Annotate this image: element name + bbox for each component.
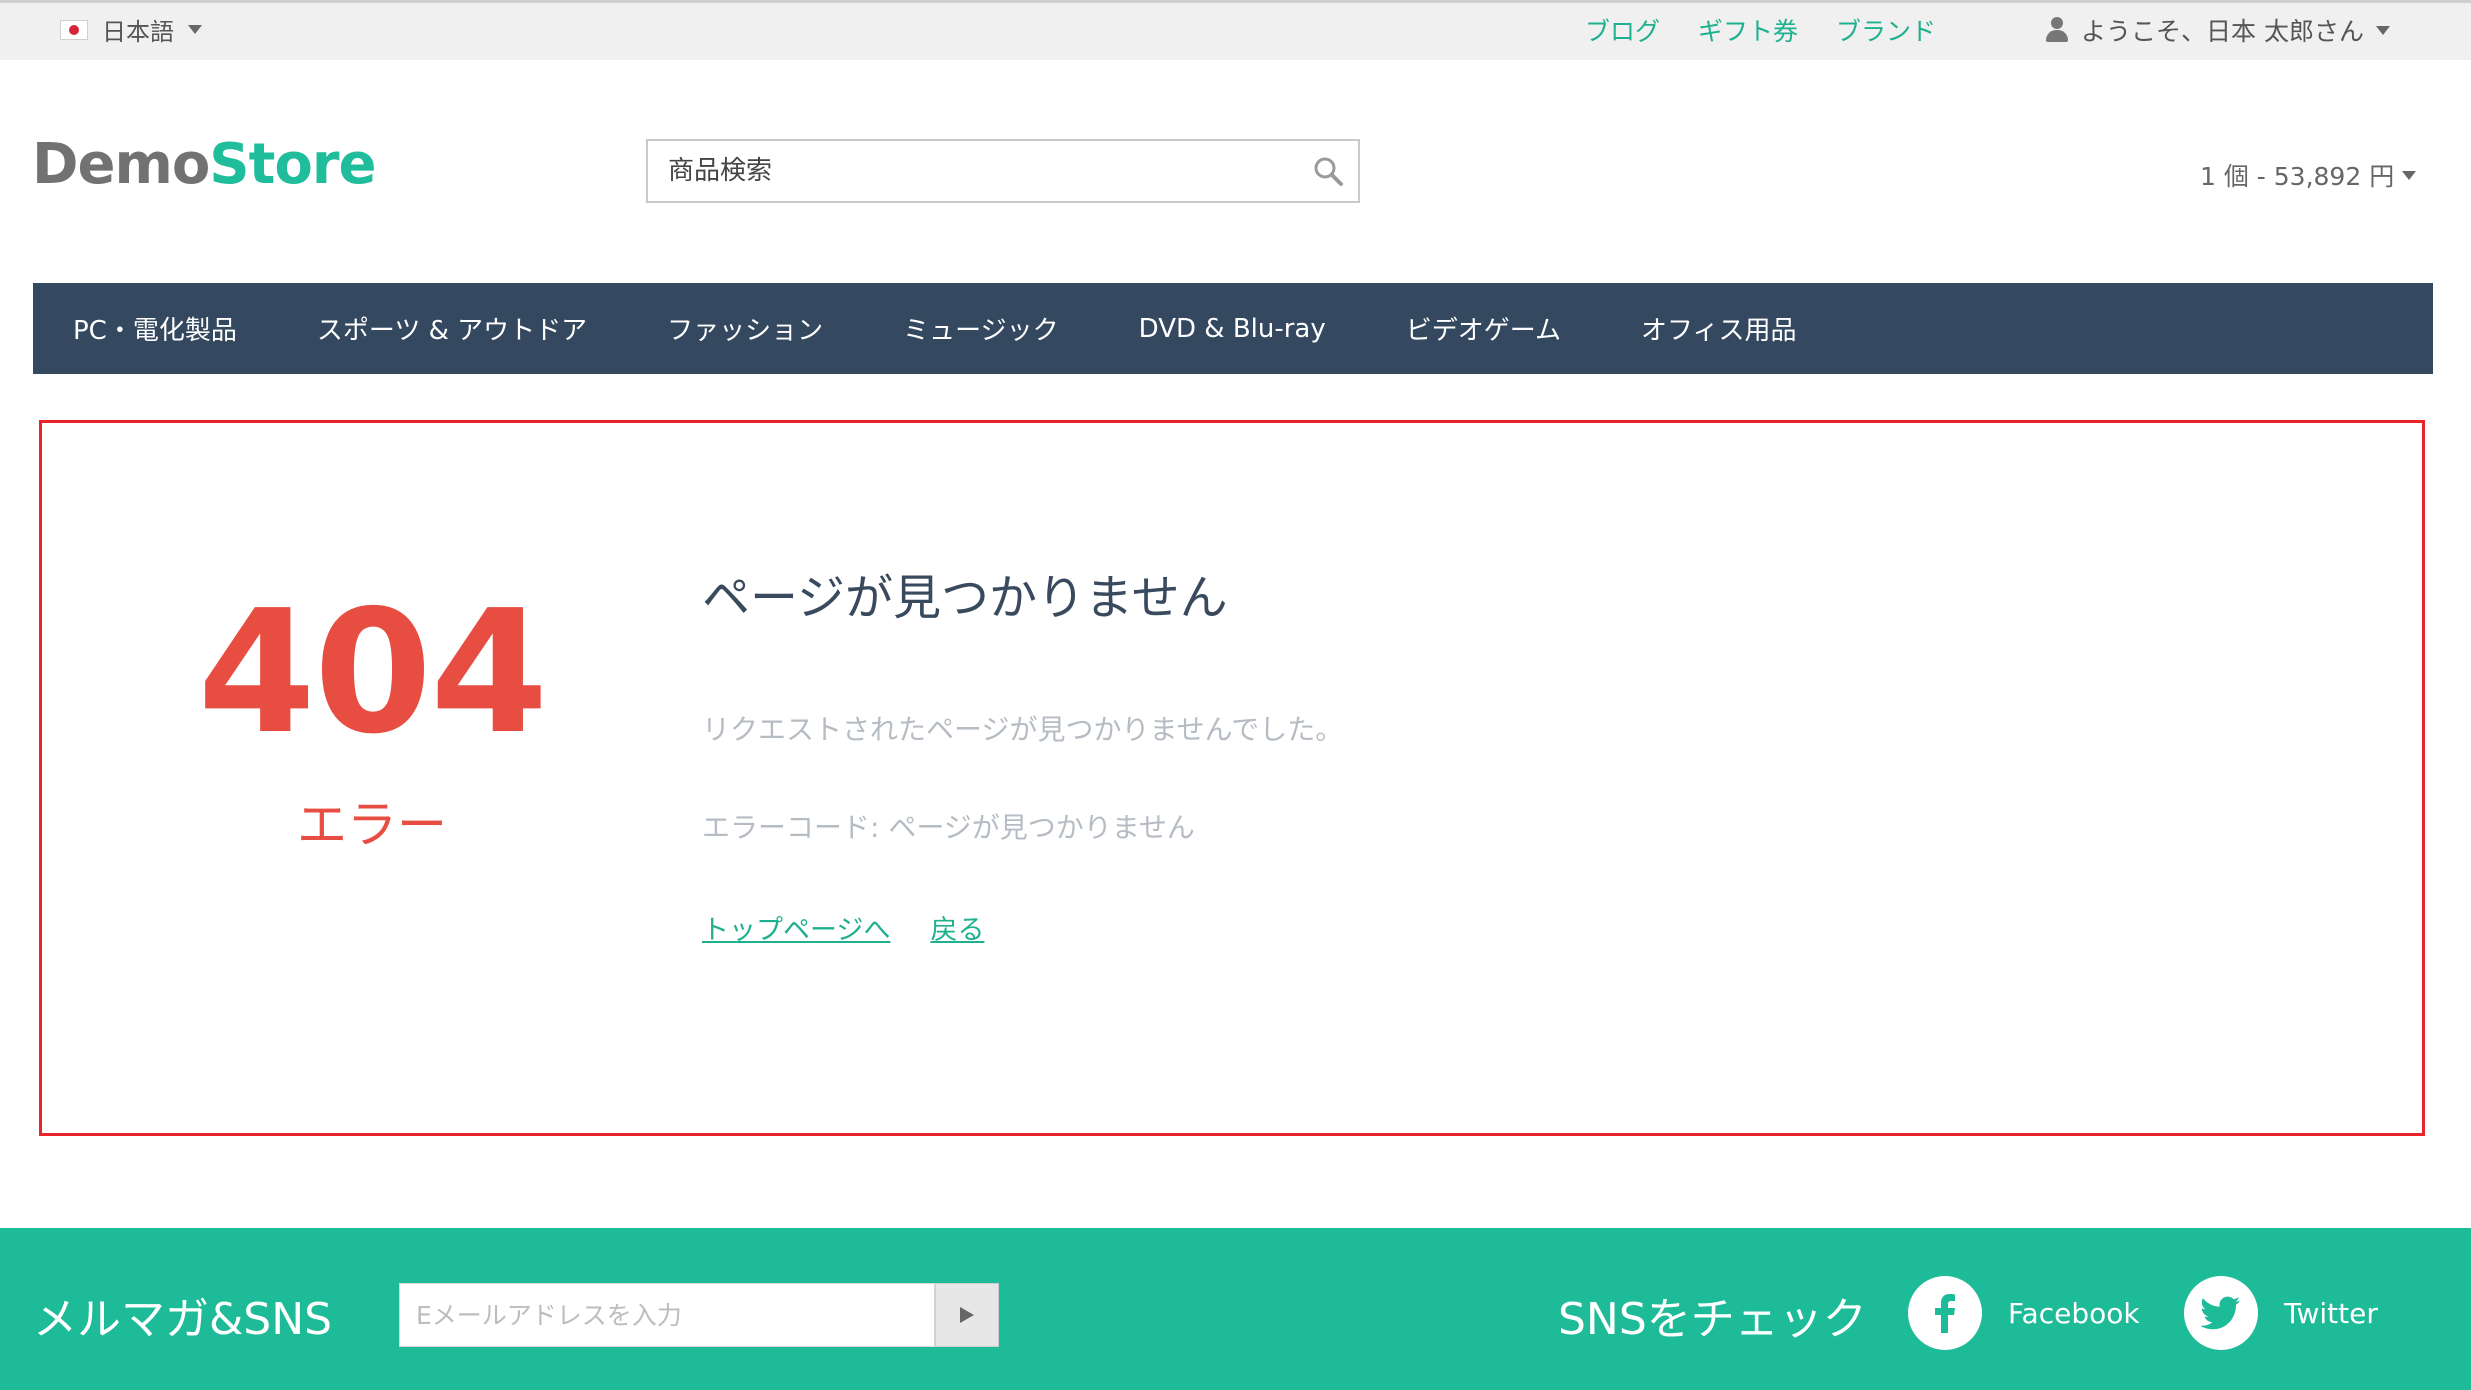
top-link-blog[interactable]: ブログ [1585, 12, 1660, 48]
language-label: 日本語 [102, 18, 174, 46]
error-code: 404 [197, 574, 549, 772]
top-link-brand[interactable]: ブランド [1836, 12, 1936, 48]
error-label: エラー [297, 796, 447, 854]
error-links: トップページへ 戻る [702, 908, 984, 947]
twitter-label: Twitter [2284, 1296, 2378, 1330]
cart-summary-text: 1 個 - 53,892 円 [2200, 162, 2395, 191]
cart-summary[interactable]: 1 個 - 53,892 円 [2200, 157, 2417, 193]
newsletter-title: メルマガ&SNS [33, 1294, 333, 1345]
facebook-icon [1908, 1276, 1982, 1350]
twitter-link[interactable]: Twitter [2184, 1276, 2378, 1350]
top-link-gift-card[interactable]: ギフト券 [1698, 12, 1798, 48]
nav-item-fashion[interactable]: ファッション [667, 310, 823, 347]
sns-title: SNSをチェック [1558, 1294, 1867, 1345]
subscribe-button[interactable] [935, 1283, 999, 1347]
logo-text-demo: Demo [32, 132, 210, 197]
search-icon[interactable] [1312, 155, 1344, 187]
footer: メルマガ&SNS SNSをチェック Facebook Twitter [0, 1228, 2471, 1390]
category-nav: PC・電化製品 スポーツ & アウトドア ファッション ミュージック DVD &… [33, 283, 2433, 374]
nav-item-sports-outdoor[interactable]: スポーツ & アウトドア [317, 310, 587, 347]
facebook-link[interactable]: Facebook [1908, 1276, 2140, 1350]
email-input[interactable] [399, 1283, 935, 1347]
welcome-text: ようこそ、日本 太郎さん [2081, 17, 2364, 46]
nav-item-video-games[interactable]: ビデオゲーム [1406, 310, 1561, 347]
newsletter-form [399, 1283, 999, 1347]
nav-item-office-supplies[interactable]: オフィス用品 [1641, 310, 1796, 347]
error-panel: 404 エラー ページが見つかりません リクエストされたページが見つかりませんで… [39, 420, 2425, 1136]
facebook-label: Facebook [2008, 1296, 2140, 1330]
top-page-link[interactable]: トップページへ [702, 908, 890, 947]
error-title: ページが見つかりません [702, 570, 1228, 626]
top-links: ブログ ギフト券 ブランド [1585, 12, 1936, 48]
nav-item-music[interactable]: ミュージック [903, 310, 1058, 347]
error-detail: エラーコード: ページが見つかりません [702, 811, 1195, 844]
language-selector[interactable]: 日本語 [60, 12, 202, 47]
search-input[interactable] [648, 141, 1288, 201]
top-bar: 日本語 ブログ ギフト券 ブランド ようこそ、日本 太郎さん [0, 0, 2471, 60]
nav-item-pc-electronics[interactable]: PC・電化製品 [73, 310, 237, 347]
store-logo[interactable]: DemoStore [32, 132, 376, 197]
chevron-down-icon [2375, 25, 2390, 35]
error-message: リクエストされたページが見つかりませんでした。 [702, 713, 1344, 746]
logo-text-store: Store [209, 132, 376, 197]
user-icon [2045, 17, 2069, 43]
play-icon [960, 1307, 974, 1323]
twitter-icon [2184, 1276, 2258, 1350]
back-link[interactable]: 戻る [930, 908, 984, 947]
chevron-down-icon [2402, 170, 2417, 180]
search-box [646, 139, 1360, 203]
nav-item-dvd-bluray[interactable]: DVD & Blu-ray [1139, 314, 1326, 344]
chevron-down-icon [188, 25, 202, 34]
flag-japan-icon [60, 19, 88, 40]
account-menu[interactable]: ようこそ、日本 太郎さん [2045, 12, 2390, 48]
